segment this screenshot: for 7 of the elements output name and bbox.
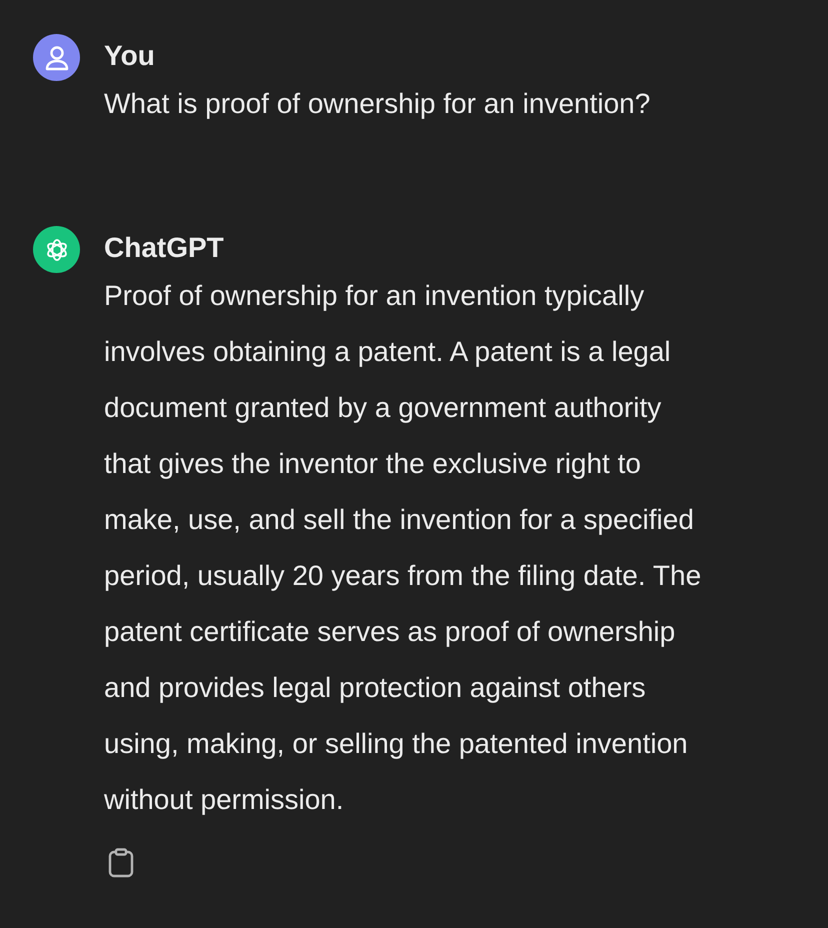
- user-avatar-icon: [33, 34, 80, 81]
- message-text: What is proof of ownership for an invention?: [104, 87, 652, 121]
- clipboard-icon[interactable]: [108, 848, 134, 878]
- message-text: Proof of ownership for an invention typically involves obtaining a patent. A patent is a legal document granted by a government authority that gives the inventor the exclusive right to make, use, and sell the invention for a specified period, usually 20 years from the filing date. The patent certificate serves as proof of ownership and provides legal protection against others using, making, or selling the patented invention without permission.: [104, 279, 702, 817]
- assistant-avatar-icon: [33, 226, 80, 273]
- author-name: You: [104, 39, 156, 73]
- author-name: ChatGPT: [104, 231, 225, 265]
